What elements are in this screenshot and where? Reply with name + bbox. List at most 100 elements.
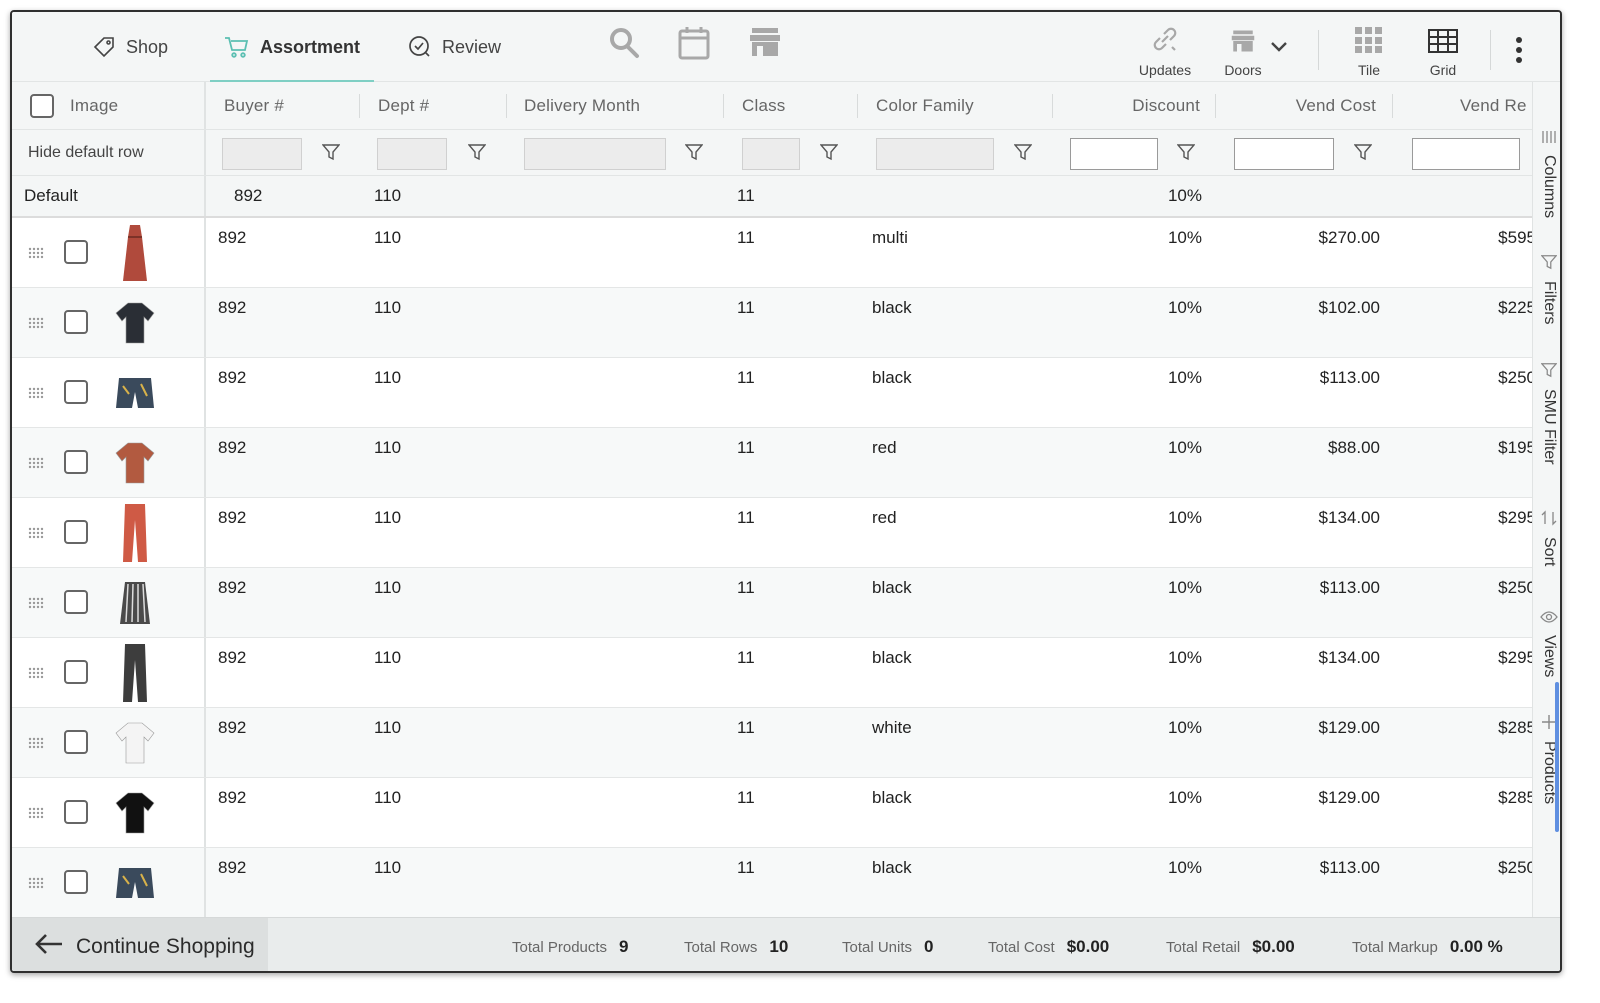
updates-button[interactable]: Updates bbox=[1130, 20, 1200, 78]
filter-icon[interactable] bbox=[1353, 143, 1373, 166]
cell-color[interactable]: black bbox=[872, 578, 912, 598]
row-select-checkbox[interactable] bbox=[64, 520, 88, 544]
product-image[interactable] bbox=[112, 852, 158, 914]
cell-color[interactable]: black bbox=[872, 298, 912, 318]
class-filter-input[interactable] bbox=[742, 138, 800, 170]
cell-buyer[interactable]: 892 bbox=[218, 438, 246, 458]
row-select-checkbox[interactable] bbox=[64, 310, 88, 334]
cell-discount[interactable]: 10% bbox=[1068, 508, 1202, 528]
table-row[interactable]: 892 110 11 black 10% $134.00 $295 bbox=[12, 638, 1532, 708]
cell-color[interactable]: black bbox=[872, 788, 912, 808]
cell-buyer[interactable]: 892 bbox=[218, 718, 246, 738]
buyer-filter-input[interactable] bbox=[222, 138, 302, 170]
table-row[interactable]: 892 110 11 black 10% $102.00 $225 bbox=[12, 288, 1532, 358]
col-header-image[interactable]: Image bbox=[70, 82, 118, 129]
row-select-checkbox[interactable] bbox=[64, 870, 88, 894]
default-discount[interactable]: 10% bbox=[1068, 176, 1202, 216]
col-header-color-family[interactable]: Color Family bbox=[876, 82, 974, 129]
cell-discount[interactable]: 10% bbox=[1068, 858, 1202, 878]
cell-retail[interactable]: $250 bbox=[1452, 858, 1532, 878]
row-select-checkbox[interactable] bbox=[64, 240, 88, 264]
cell-dept[interactable]: 110 bbox=[374, 648, 401, 668]
cell-cost[interactable]: $113.00 bbox=[1232, 578, 1380, 598]
product-image[interactable] bbox=[112, 782, 158, 844]
cell-buyer[interactable]: 892 bbox=[218, 788, 246, 808]
row-select-checkbox[interactable] bbox=[64, 800, 88, 824]
col-header-class[interactable]: Class bbox=[742, 82, 786, 129]
filter-icon[interactable] bbox=[1176, 143, 1196, 166]
table-row[interactable]: 892 110 11 red 10% $88.00 $195 bbox=[12, 428, 1532, 498]
col-header-delivery-month[interactable]: Delivery Month bbox=[524, 82, 640, 129]
cell-retail[interactable]: $295 bbox=[1452, 508, 1532, 528]
cell-discount[interactable]: 10% bbox=[1068, 228, 1202, 248]
filter-icon[interactable] bbox=[321, 143, 341, 166]
cell-color[interactable]: black bbox=[872, 368, 912, 388]
row-select-checkbox[interactable] bbox=[64, 730, 88, 754]
default-class[interactable]: 11 bbox=[737, 176, 755, 216]
tab-review[interactable]: Review bbox=[408, 12, 501, 82]
cell-cost[interactable]: $270.00 bbox=[1232, 228, 1380, 248]
col-header-discount[interactable]: Discount bbox=[1068, 82, 1200, 129]
chevron-down-icon[interactable] bbox=[1270, 40, 1288, 58]
cell-discount[interactable]: 10% bbox=[1068, 298, 1202, 318]
vend-cost-filter-input[interactable] bbox=[1234, 138, 1334, 170]
row-select-checkbox[interactable] bbox=[64, 660, 88, 684]
cell-dept[interactable]: 110 bbox=[374, 368, 401, 388]
column-separator[interactable] bbox=[1392, 94, 1393, 118]
select-all-checkbox[interactable] bbox=[30, 94, 54, 118]
cell-color[interactable]: multi bbox=[872, 228, 908, 248]
side-tab-sort[interactable]: Sort bbox=[1535, 510, 1560, 566]
cell-class[interactable]: 11 bbox=[737, 368, 755, 388]
cell-dept[interactable]: 110 bbox=[374, 858, 401, 878]
default-buyer[interactable]: 892 bbox=[234, 176, 262, 216]
col-header-vend-retail[interactable]: Vend Re bbox=[1460, 82, 1527, 129]
column-separator[interactable] bbox=[1052, 94, 1053, 118]
cell-retail[interactable]: $225 bbox=[1452, 298, 1532, 318]
col-header-buyer[interactable]: Buyer # bbox=[224, 82, 284, 129]
table-row[interactable]: 892 110 11 black 10% $113.00 $250 bbox=[12, 568, 1532, 638]
cell-dept[interactable]: 110 bbox=[374, 718, 401, 738]
calendar-icon[interactable] bbox=[678, 26, 710, 65]
cell-buyer[interactable]: 892 bbox=[218, 508, 246, 528]
cell-discount[interactable]: 10% bbox=[1068, 648, 1202, 668]
cell-class[interactable]: 11 bbox=[737, 788, 755, 808]
default-dept[interactable]: 110 bbox=[374, 176, 401, 216]
cell-discount[interactable]: 10% bbox=[1068, 788, 1202, 808]
drag-handle-icon[interactable] bbox=[28, 386, 46, 404]
column-separator[interactable] bbox=[359, 94, 360, 118]
cell-cost[interactable]: $113.00 bbox=[1232, 368, 1380, 388]
product-image[interactable] bbox=[112, 432, 158, 494]
side-tab-smu-filter[interactable]: SMU Filter bbox=[1535, 362, 1560, 465]
filter-icon[interactable] bbox=[684, 143, 704, 166]
row-select-checkbox[interactable] bbox=[64, 380, 88, 404]
cell-class[interactable]: 11 bbox=[737, 508, 755, 528]
cell-class[interactable]: 11 bbox=[737, 578, 755, 598]
tab-assortment[interactable]: Assortment bbox=[210, 12, 374, 83]
delivery-month-filter-input[interactable] bbox=[524, 138, 666, 170]
table-row[interactable]: 892 110 11 black 10% $113.00 $250 bbox=[12, 358, 1532, 428]
discount-filter-input[interactable] bbox=[1070, 138, 1158, 170]
filter-icon[interactable] bbox=[819, 143, 839, 166]
cell-retail[interactable]: $285 bbox=[1452, 788, 1532, 808]
cell-buyer[interactable]: 892 bbox=[218, 228, 246, 248]
drag-handle-icon[interactable] bbox=[28, 666, 46, 684]
cell-discount[interactable]: 10% bbox=[1068, 368, 1202, 388]
product-image[interactable] bbox=[112, 502, 158, 564]
cell-color[interactable]: white bbox=[872, 718, 912, 738]
cell-cost[interactable]: $134.00 bbox=[1232, 648, 1380, 668]
cell-retail[interactable]: $195 bbox=[1452, 438, 1532, 458]
cell-dept[interactable]: 110 bbox=[374, 788, 401, 808]
col-header-dept[interactable]: Dept # bbox=[378, 82, 429, 129]
table-row[interactable]: 892 110 11 white 10% $129.00 $285 bbox=[12, 708, 1532, 778]
drag-handle-icon[interactable] bbox=[28, 806, 46, 824]
cell-cost[interactable]: $88.00 bbox=[1232, 438, 1380, 458]
cell-buyer[interactable]: 892 bbox=[218, 648, 246, 668]
cell-dept[interactable]: 110 bbox=[374, 438, 401, 458]
hide-default-row-toggle[interactable]: Hide default row bbox=[28, 130, 144, 175]
cell-class[interactable]: 11 bbox=[737, 858, 755, 878]
cell-class[interactable]: 11 bbox=[737, 648, 755, 668]
more-vertical-icon[interactable] bbox=[1514, 36, 1524, 69]
grid-view-button[interactable]: Grid bbox=[1408, 20, 1478, 78]
table-row[interactable]: 892 110 11 black 10% $129.00 $285 bbox=[12, 778, 1532, 848]
drag-handle-icon[interactable] bbox=[28, 876, 46, 894]
